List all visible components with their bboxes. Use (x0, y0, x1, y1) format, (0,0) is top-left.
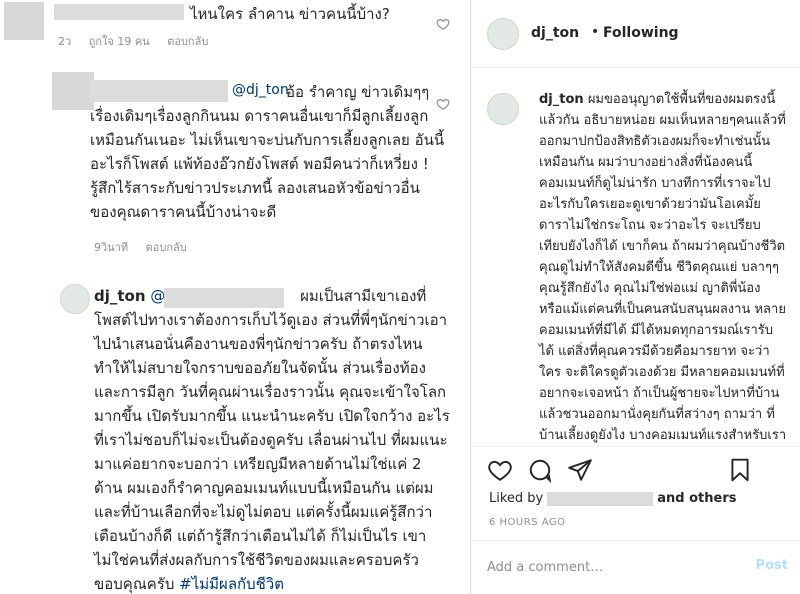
comments-pane: ไหนใคร ลำคาน ข่าวคนนี้บ้าง? 2ว ถูกใจ 19 … (0, 0, 470, 594)
reply-button[interactable]: ตอบกลับ (167, 35, 208, 48)
comment-text: ผมเป็นสามีเขาเองที่โพสต์ไปทางเราต้องการเ… (94, 287, 450, 593)
liked-by: Liked by and others (489, 491, 736, 506)
heart-icon[interactable] (487, 457, 513, 483)
comment-username[interactable]: dj_ton (94, 287, 146, 305)
comment-age: 2ว (58, 35, 72, 48)
blurred-username (547, 491, 654, 506)
comment-text: อ้อ รำคาญ ข่าวเดิมๆๆ เรื่องเดิมๆเรื่องลู… (90, 83, 445, 221)
separator-dot: • (591, 24, 600, 40)
comment-item: ไหนใคร ลำคาน ข่าวคนนี้บ้าง? 2ว ถูกใจ 19 … (0, 0, 470, 62)
comment-icon[interactable] (527, 457, 553, 484)
post-header: dj_ton • Following (471, 0, 800, 68)
share-icon[interactable] (567, 457, 593, 483)
post-timestamp: 6 HOURS AGO (489, 517, 566, 528)
heart-icon[interactable] (436, 16, 450, 30)
caption-username[interactable]: dj_ton (539, 92, 584, 107)
caption-body: ผมขออนุญาตใช้พื้นที่ของผมตรงนี้แล้วกัน อ… (539, 92, 787, 443)
avatar[interactable] (487, 93, 519, 125)
comment-meta: 2ว ถูกใจ 19 คน ตอบกลับ (58, 32, 222, 50)
caption-text: dj_ton ผมขออนุญาตใช้พื้นที่ของผมตรงนี้แล… (539, 89, 787, 445)
post-actions: Liked by and others 6 HOURS AGO (471, 446, 800, 546)
avatar[interactable] (4, 2, 44, 40)
add-comment-bar: Post (471, 540, 800, 594)
blurred-username (54, 4, 184, 20)
hashtag-link[interactable]: #ไม่มีผลกับชีวิต (179, 575, 284, 593)
bookmark-icon[interactable] (727, 457, 753, 483)
following-button[interactable]: Following (603, 25, 679, 41)
post-pane: dj_ton • Following dj_ton ผมขออนุญาตใช้พ… (471, 0, 800, 594)
avatar[interactable] (487, 18, 519, 50)
and-others-link[interactable]: and others (657, 491, 736, 506)
comment-likes[interactable]: ถูกใจ 19 คน (89, 35, 150, 48)
avatar[interactable] (60, 284, 90, 314)
comment-item: dj_ton @ ผมเป็นสามีเขาเองที่โพสต์ไปทางเร… (0, 276, 470, 594)
avatar[interactable] (52, 72, 94, 110)
blurred-username (164, 288, 284, 308)
comment-item: @dj_ton อ้อ รำคาญ ข่าวเดิมๆๆ เรื่องเดิมๆ… (0, 68, 470, 268)
comment-body: dj_ton @ ผมเป็นสามีเขาเองที่โพสต์ไปทางเร… (94, 284, 450, 594)
reply-button[interactable]: ตอบกลับ (146, 241, 187, 254)
comment-meta: 9วินาที ตอบกลับ (94, 238, 201, 256)
post-username[interactable]: dj_ton (531, 25, 579, 41)
heart-icon[interactable] (436, 96, 450, 110)
post-button[interactable]: Post (756, 558, 788, 573)
comment-text: ไหนใคร ลำคาน ข่าวคนนี้บ้าง? (190, 5, 390, 23)
comment-age: 9วินาที (94, 241, 129, 254)
liked-by-label: Liked by (489, 491, 544, 506)
comment-input[interactable] (487, 555, 737, 579)
post-caption: dj_ton ผมขออนุญาตใช้พื้นที่ของผมตรงนี้แล… (471, 69, 800, 445)
